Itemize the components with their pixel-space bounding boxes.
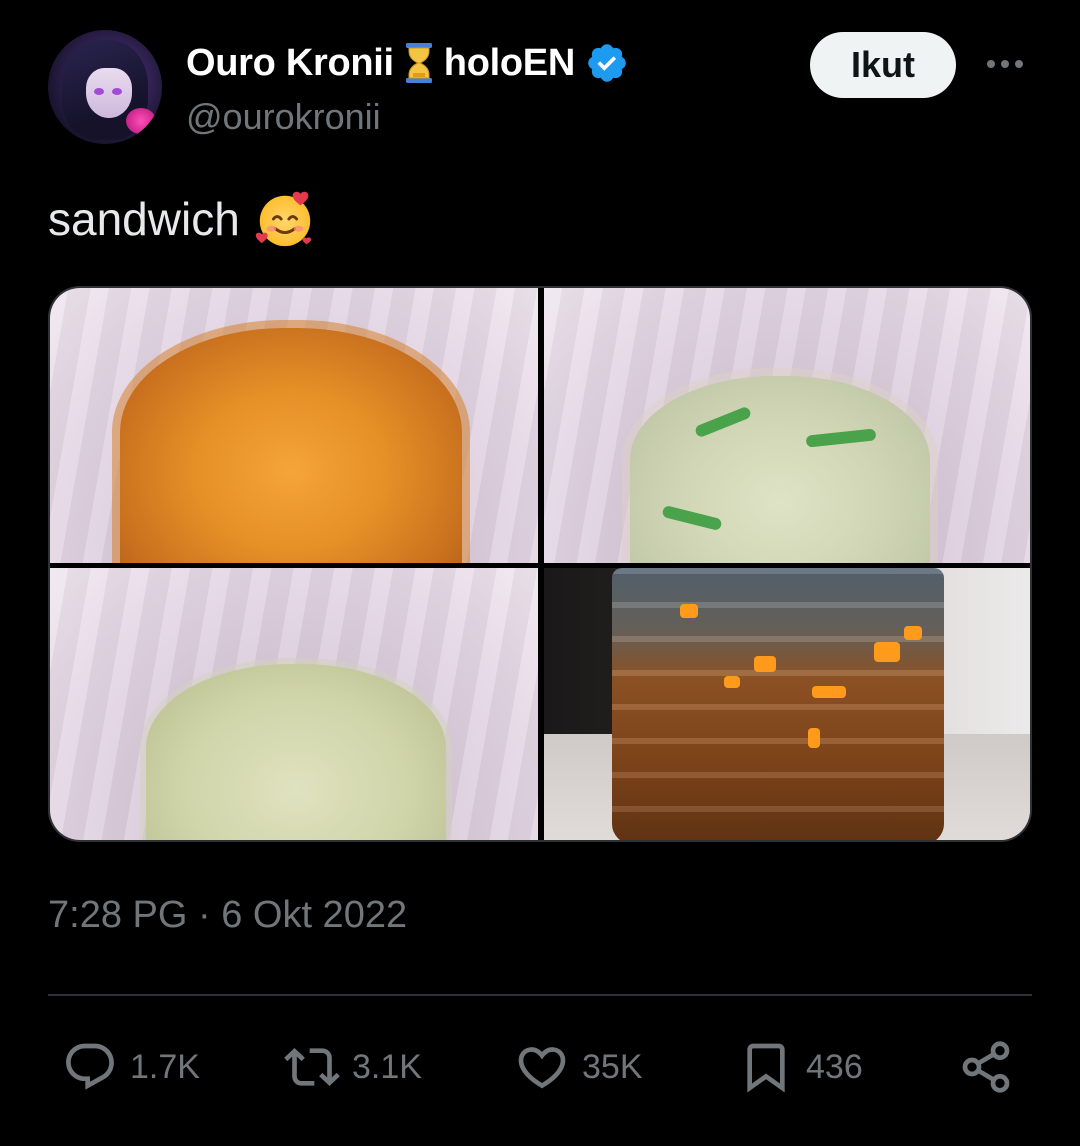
bookmark-icon [747,1043,785,1093]
like-count: 35K [582,1047,643,1086]
heart-icon [518,1047,566,1089]
repost-count: 3.1K [352,1047,422,1086]
media-image-3[interactable] [50,568,538,840]
media-image-1[interactable] [50,288,538,563]
smiling-face-with-hearts-icon [254,188,316,250]
share-button[interactable] [958,1030,1014,1104]
repost-icon [284,1048,340,1086]
more-options-icon[interactable] [980,44,1030,84]
tweet-text: sandwich [48,188,316,250]
divider [48,994,1032,996]
share-icon [962,1041,1010,1093]
verified-badge-icon[interactable] [585,41,629,85]
follow-button[interactable]: Ikut [810,32,956,98]
reply-icon [66,1043,114,1090]
avatar[interactable] [48,30,162,144]
display-name-suffix[interactable]: holoEN [444,42,575,85]
author-name-row[interactable]: Ouro Kronii holoEN [186,38,629,88]
reply-button[interactable]: 1.7K [62,1030,200,1104]
repost-button[interactable]: 3.1K [284,1030,422,1104]
display-name[interactable]: Ouro Kronii [186,42,394,85]
bookmark-count: 436 [806,1047,863,1086]
reply-count: 1.7K [130,1047,200,1086]
like-button[interactable]: 35K [514,1030,643,1104]
media-image-2[interactable] [544,288,1030,563]
media-grid [48,286,1032,842]
media-image-4[interactable] [544,568,1030,840]
tweet-timestamp[interactable]: 7:28 PG · 6 Okt 2022 [48,894,407,937]
action-bar: 1.7K 3.1K 35K 436 [48,1030,1032,1104]
tweet-text-body: sandwich [48,193,240,245]
author-handle[interactable]: @ourokronii [186,96,381,138]
hourglass-icon [404,41,434,85]
bookmark-button[interactable]: 436 [738,1030,863,1104]
tweet-header: Ouro Kronii holoEN @ourokronii Ikut [48,30,1038,150]
